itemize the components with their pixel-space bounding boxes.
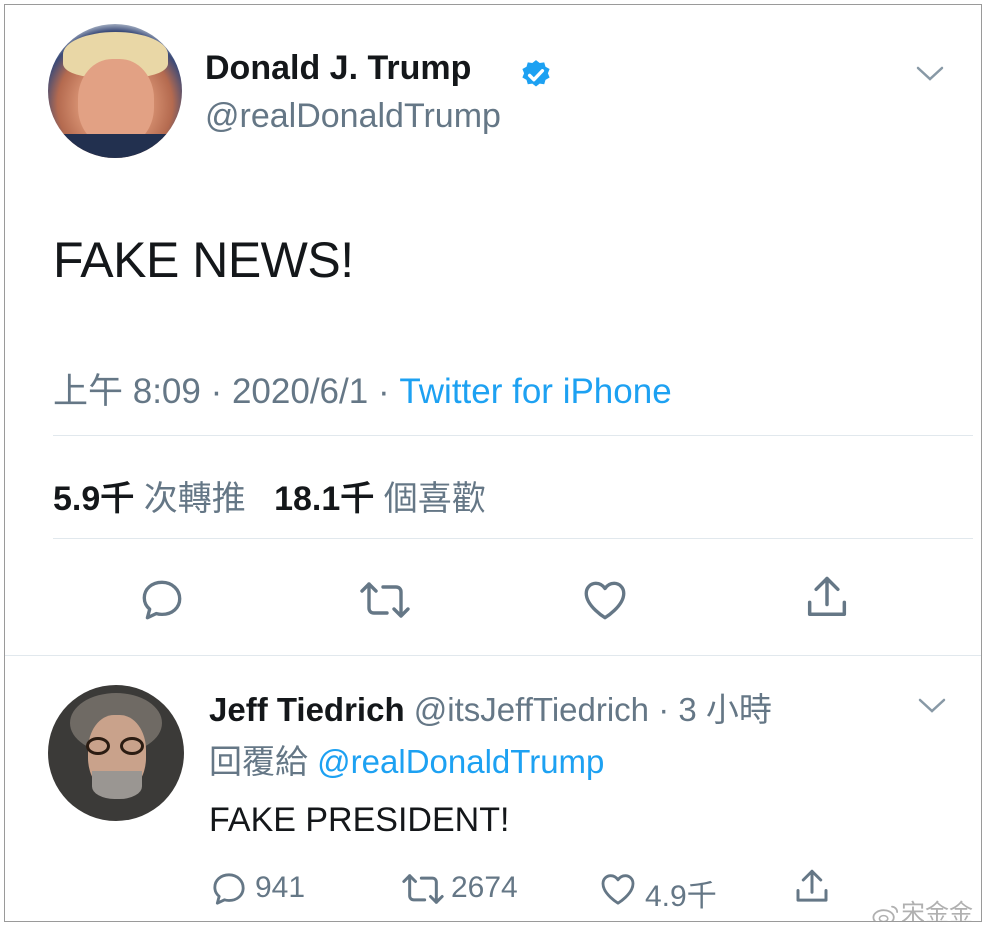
tweet-source[interactable]: Twitter for iPhone bbox=[399, 372, 671, 411]
reply-age[interactable]: 3 小時 bbox=[678, 691, 772, 728]
tweet-screenshot-frame: Donald J. Trump @realDonaldTrump FAKE NE… bbox=[4, 4, 982, 922]
divider bbox=[53, 435, 973, 436]
tweet-text: FAKE NEWS! bbox=[53, 232, 354, 288]
retweets-count: 5.9千 bbox=[53, 480, 135, 518]
divider bbox=[53, 538, 973, 539]
share-icon[interactable] bbox=[801, 571, 853, 625]
verified-badge-icon bbox=[522, 60, 550, 87]
reply-header: Jeff Tiedrich @itsJeffTiedrich · 3 小時 bbox=[209, 691, 772, 728]
retweet-icon[interactable] bbox=[357, 575, 413, 625]
author-name[interactable]: Donald J. Trump bbox=[205, 49, 471, 88]
reply-prefix: 回覆給 bbox=[209, 743, 308, 780]
reply-author-avatar[interactable] bbox=[48, 685, 184, 821]
chevron-down-icon[interactable] bbox=[917, 695, 947, 715]
replying-to-handle[interactable]: @realDonaldTrump bbox=[317, 743, 604, 780]
reply-count: 941 bbox=[255, 871, 306, 904]
likes-count: 18.1千 bbox=[274, 480, 375, 518]
tweet-stats: 5.9千 次轉推 18.1千 個喜歡 bbox=[53, 471, 486, 520]
reply-author-name[interactable]: Jeff Tiedrich bbox=[209, 691, 405, 728]
like-icon[interactable] bbox=[597, 869, 639, 909]
reply-icon[interactable] bbox=[137, 575, 187, 625]
reply-author-handle[interactable]: @itsJeffTiedrich bbox=[414, 691, 649, 728]
weibo-logo-icon bbox=[872, 905, 899, 921]
retweet-count: 2674 bbox=[451, 871, 518, 904]
chevron-down-icon[interactable] bbox=[915, 63, 945, 83]
reply-icon[interactable] bbox=[209, 869, 249, 909]
reply-text: FAKE PRESIDENT! bbox=[209, 801, 510, 839]
retweets-stat[interactable]: 5.9千 次轉推 bbox=[53, 480, 246, 518]
tweet-meta: 上午 8:09 · 2020/6/1 · Twitter for iPhone bbox=[53, 372, 672, 411]
like-icon[interactable] bbox=[579, 575, 631, 625]
retweet-icon[interactable] bbox=[399, 869, 447, 909]
section-separator bbox=[5, 655, 981, 656]
retweets-label: 次轉推 bbox=[143, 480, 246, 518]
tweet-date[interactable]: 2020/6/1 bbox=[232, 372, 368, 411]
replying-to: 回覆給 @realDonaldTrump bbox=[209, 735, 604, 783]
share-icon[interactable] bbox=[791, 865, 833, 909]
author-avatar[interactable] bbox=[48, 24, 182, 158]
likes-label: 個喜歡 bbox=[383, 480, 486, 518]
likes-stat[interactable]: 18.1千 個喜歡 bbox=[274, 480, 486, 518]
watermark-text: 宋金金 bbox=[901, 900, 973, 922]
like-count: 4.9千 bbox=[645, 880, 717, 913]
author-handle[interactable]: @realDonaldTrump bbox=[205, 97, 501, 136]
tweet-time[interactable]: 上午 8:09 bbox=[53, 372, 201, 411]
watermark: 宋金金 bbox=[871, 893, 973, 922]
